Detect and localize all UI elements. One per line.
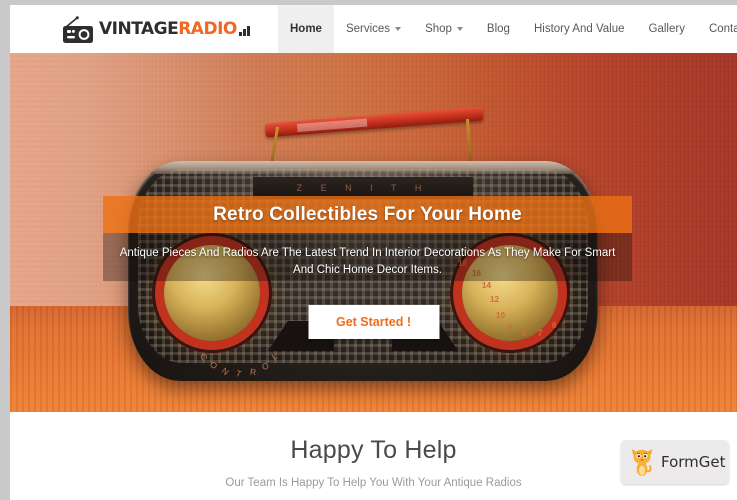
logo-word-vintage: VINTAGE bbox=[99, 18, 179, 39]
formget-label: FormGet bbox=[661, 453, 726, 471]
signal-bars-icon bbox=[238, 22, 251, 36]
nav-label-gallery: Gallery bbox=[648, 23, 685, 35]
website-canvas: VINTAGE RADIO Home Services Shop Blog Hi… bbox=[10, 5, 737, 500]
logo-word-radio: RADIO bbox=[178, 18, 237, 39]
main-navigation: Home Services Shop Blog History And Valu… bbox=[278, 5, 737, 53]
nav-label-history-and-value: History And Value bbox=[533, 23, 625, 35]
hero-title-band: Retro Collectibles For Your Home bbox=[103, 196, 632, 233]
hero-subtitle-band: Antique Pieces And Radios Are The Latest… bbox=[103, 233, 632, 281]
logo-wordmark: VINTAGE RADIO bbox=[99, 18, 251, 39]
nav-item-blog[interactable]: Blog bbox=[475, 5, 522, 53]
vintage-radio-icon bbox=[62, 15, 94, 43]
formget-cat-mascot-icon bbox=[629, 447, 655, 477]
handle-label-strip bbox=[296, 118, 368, 133]
screenshot-root: VINTAGE RADIO Home Services Shop Blog Hi… bbox=[0, 0, 737, 500]
nav-label-blog: Blog bbox=[486, 23, 510, 35]
chevron-down-icon bbox=[395, 27, 402, 31]
get-started-button[interactable]: Get Started ! bbox=[307, 305, 440, 339]
nav-item-history-and-value[interactable]: History And Value bbox=[522, 5, 637, 53]
nav-item-contact-us[interactable]: Contact Us bbox=[697, 5, 737, 53]
nav-item-home[interactable]: Home bbox=[278, 5, 334, 53]
chevron-down-icon bbox=[456, 27, 463, 31]
formget-badge[interactable]: FormGet bbox=[621, 440, 729, 484]
nav-item-gallery[interactable]: Gallery bbox=[637, 5, 697, 53]
hero-subtitle: Antique Pieces And Radios Are The Latest… bbox=[119, 247, 616, 276]
nav-label-contact-us: Contact Us bbox=[708, 23, 737, 35]
nav-item-shop[interactable]: Shop bbox=[413, 5, 475, 53]
nav-item-services[interactable]: Services bbox=[334, 5, 413, 53]
site-header: VINTAGE RADIO Home Services Shop Blog Hi… bbox=[10, 5, 737, 53]
site-logo[interactable]: VINTAGE RADIO bbox=[62, 5, 251, 53]
nav-label-shop: Shop bbox=[425, 23, 452, 35]
nav-label-services: Services bbox=[345, 23, 391, 35]
hero-banner: Z E N I T H C O N T R O L 18 16 14 12 10… bbox=[10, 53, 737, 412]
hero-title: Retro Collectibles For Your Home bbox=[213, 203, 522, 225]
nav-label-home: Home bbox=[290, 23, 322, 35]
